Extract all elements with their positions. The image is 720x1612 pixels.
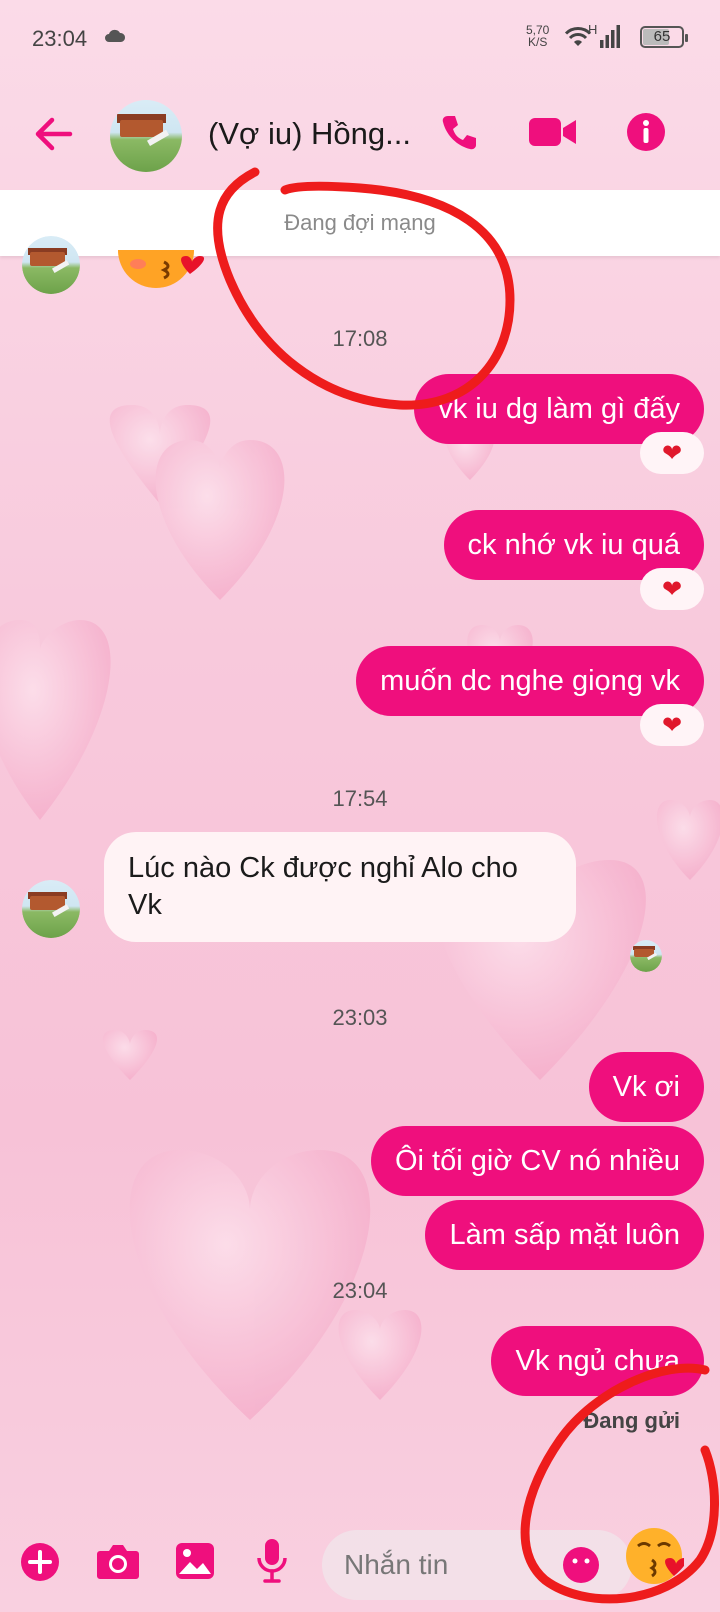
quick-reaction-emoji-icon[interactable]	[624, 1526, 684, 1586]
sending-status: Đang gửi	[583, 1408, 680, 1433]
signal-icon	[600, 25, 620, 48]
network-status-banner: Đang đợi mạng	[0, 190, 720, 256]
heart-reaction[interactable]: ❤	[640, 704, 704, 746]
contact-name[interactable]: (Vợ iu) Hồng...	[208, 116, 411, 152]
status-bar: 23:04 5,70 K/S H 65	[0, 0, 720, 80]
info-icon[interactable]	[626, 112, 666, 152]
network-type: H	[588, 22, 598, 37]
emoji-picker-icon[interactable]	[562, 1546, 600, 1584]
sent-message[interactable]: Làm sấp mặt luôn	[425, 1200, 704, 1270]
heart-reaction[interactable]: ❤	[640, 432, 704, 474]
back-arrow-icon[interactable]	[34, 116, 74, 152]
camera-icon[interactable]	[96, 1542, 140, 1580]
sent-message[interactable]: Vk ngủ chưa	[491, 1326, 704, 1396]
sender-avatar[interactable]	[22, 236, 80, 294]
contact-avatar[interactable]	[110, 100, 182, 172]
status-time: 23:04	[32, 26, 88, 51]
battery-level: 65	[653, 28, 671, 45]
sent-message[interactable]: Ôi tối giờ CV nó nhiều	[370, 1126, 704, 1196]
video-call-icon[interactable]	[528, 114, 578, 150]
sent-message[interactable]: Vk ơi	[588, 1052, 704, 1122]
chat-header: (Vợ iu) Hồng...	[0, 90, 720, 186]
timestamp-divider: 23:04	[332, 1278, 388, 1303]
network-speed-unit: K/S	[528, 35, 548, 49]
plus-icon[interactable]	[20, 1542, 60, 1582]
timestamp-divider: 17:08	[332, 326, 388, 351]
sender-avatar[interactable]	[22, 880, 80, 938]
timestamp-divider: 17:54	[332, 786, 388, 811]
microphone-icon[interactable]	[256, 1538, 288, 1584]
phone-call-icon[interactable]	[440, 112, 480, 152]
battery-icon: 65	[640, 26, 688, 48]
timestamp-divider: 23:03	[332, 1005, 388, 1030]
message-composer: Nhắn tin	[0, 1520, 720, 1612]
network-speed: 5,70 K/S	[526, 24, 549, 48]
kiss-emoji-sticker	[118, 250, 205, 288]
heart-reaction[interactable]: ❤	[640, 568, 704, 610]
cloud-icon	[105, 29, 126, 42]
received-message[interactable]: Lúc nào Ck được nghỉ Alo cho Vk	[104, 832, 576, 942]
gallery-icon[interactable]	[175, 1542, 215, 1580]
seen-indicator-avatar	[630, 940, 662, 972]
